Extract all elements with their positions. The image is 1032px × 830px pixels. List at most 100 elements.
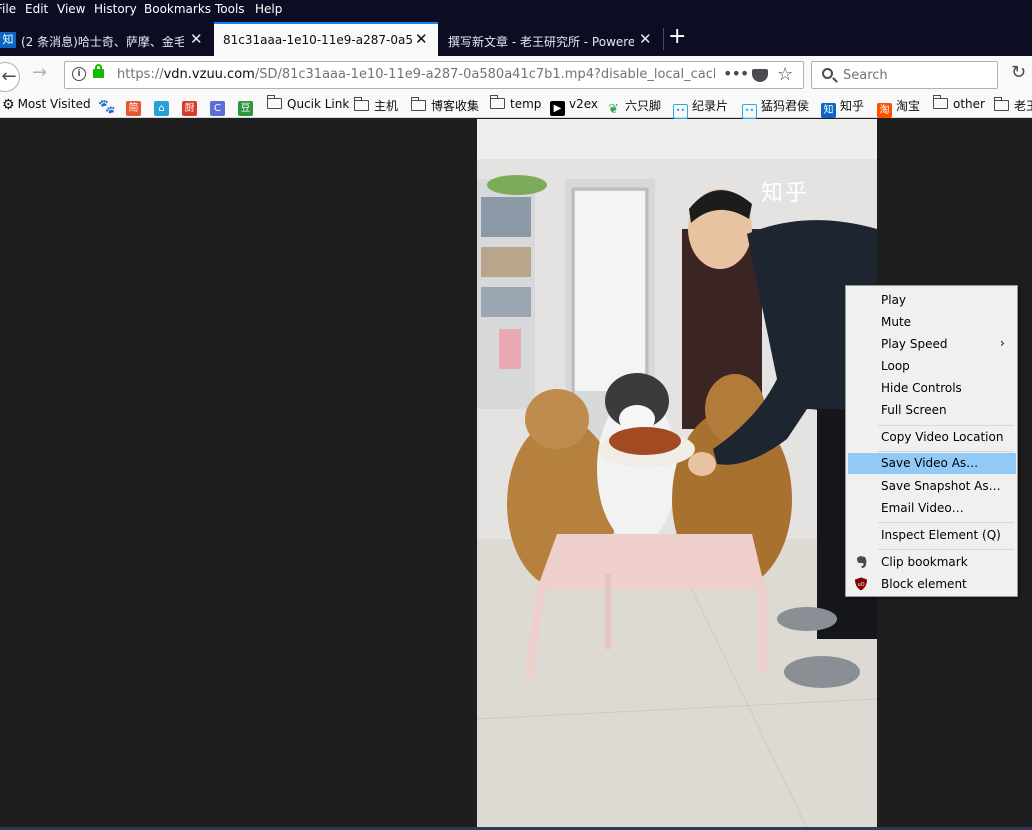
bookmark-baidu[interactable]: 🐾: [98, 97, 117, 115]
close-icon[interactable]: ✕: [639, 30, 652, 48]
menu-history[interactable]: History: [94, 2, 137, 16]
tab-label: 81c31aaa-1e10-11e9-a287-0a580a41c7b1.mp4: [223, 33, 413, 47]
new-tab-plus-icon[interactable]: +: [668, 26, 686, 48]
menu-item-label: Play: [881, 293, 907, 307]
folder-icon: [932, 95, 948, 109]
svg-text:uO: uO: [857, 582, 864, 588]
bookmark-label: 淘宝: [896, 99, 921, 113]
bookmark-other[interactable]: other: [932, 95, 985, 111]
bookmarks-toolbar: ⚙ Most Visited 🐾 简 ⌂ 厨 C 豆 Qucik Link 主机 …: [0, 94, 1032, 119]
menu-item-save-snapshot-as[interactable]: Save Snapshot As…: [848, 476, 1016, 497]
url-text[interactable]: https://vdn.vzuu.com/SD/81c31aaa-1e10-11…: [117, 67, 715, 82]
menu-separator: [878, 549, 1014, 550]
bookmark-v2ex[interactable]: ▶ v2ex: [550, 97, 598, 116]
bookmark-mengma[interactable]: •• 猛犸君侯: [742, 97, 809, 119]
bookmark-label: 猛犸君侯: [761, 99, 810, 113]
menu-edit[interactable]: Edit: [25, 2, 48, 16]
url-bar[interactable]: i https://vdn.vzuu.com/SD/81c31aaa-1e10-…: [64, 61, 804, 89]
bookmark-star-icon[interactable]: ☆: [777, 64, 793, 85]
gear-icon: ⚙: [2, 97, 15, 113]
bookmark-c[interactable]: C: [210, 97, 229, 116]
menu-separator: [878, 425, 1014, 426]
folder-icon: [410, 97, 426, 111]
close-icon[interactable]: ✕: [415, 30, 428, 48]
bookmark-qucik-link[interactable]: Qucik Link: [266, 95, 349, 111]
zhihu-icon: 知: [821, 103, 836, 118]
bookmark-zhihu[interactable]: 知知乎: [821, 97, 864, 118]
menu-view[interactable]: View: [57, 2, 85, 16]
menu-item-mute[interactable]: Mute: [848, 312, 1016, 333]
bookmark-label: other: [953, 97, 985, 111]
context-menu: Play Mute Play Speed › Loop Hide Controls…: [845, 285, 1018, 597]
info-icon[interactable]: i: [72, 67, 86, 81]
bookmark-most-visited[interactable]: ⚙ Most Visited: [2, 97, 91, 113]
bookmark-temp[interactable]: temp: [489, 95, 541, 111]
bookmark-label: 博客收集: [431, 99, 480, 113]
menu-separator: [878, 522, 1014, 523]
bookmark-label: 主机: [374, 99, 399, 113]
menu-separator: [878, 451, 1014, 452]
search-input[interactable]: Search: [811, 61, 998, 89]
pocket-icon[interactable]: [752, 69, 768, 82]
menu-help[interactable]: Help: [255, 2, 282, 16]
page-actions-icon[interactable]: •••: [723, 64, 749, 83]
forward-arrow-icon[interactable]: →: [32, 62, 47, 83]
menu-item-label: Email Video…: [881, 501, 964, 515]
menu-item-email-video[interactable]: Email Video…: [848, 498, 1016, 519]
video-player[interactable]: 知乎: [477, 119, 877, 828]
menu-item-copy-video-location[interactable]: Copy Video Location: [848, 427, 1016, 448]
tab-wordpress[interactable]: 撰写新文章 - 老王研究所 - Powered by WordPress ✕: [440, 24, 662, 56]
bookmark-label: 知乎: [840, 99, 865, 113]
tab-zhihu[interactable]: 知 (2 条消息)哈士奇、萨摩、金毛 ✕: [0, 24, 212, 56]
back-arrow-icon[interactable]: ←: [0, 62, 20, 92]
bookmark-laowang[interactable]: 老王: [993, 97, 1032, 114]
menu-item-hide-controls[interactable]: Hide Controls: [848, 378, 1016, 399]
search-placeholder: Search: [843, 68, 888, 83]
bookmark-home[interactable]: ⌂: [154, 97, 173, 116]
zhihu-favicon-icon: 知: [0, 32, 16, 48]
lock-icon[interactable]: [93, 64, 104, 78]
menu-item-full-screen[interactable]: Full Screen: [848, 400, 1016, 421]
c-icon: C: [210, 101, 225, 116]
reload-icon[interactable]: ↻: [1011, 62, 1026, 83]
menu-item-inspect-element[interactable]: Inspect Element (Q): [848, 525, 1016, 546]
menu-bookmarks[interactable]: Bookmarks: [144, 2, 211, 16]
video-frame: [477, 119, 877, 828]
bilibili-icon: ••: [673, 104, 688, 119]
menu-file[interactable]: File: [0, 2, 16, 16]
home-icon: ⌂: [154, 101, 169, 116]
url-prefix: https://: [117, 67, 164, 82]
menu-item-label: Clip bookmark: [881, 555, 968, 569]
menu-item-clip-bookmark[interactable]: Clip bookmark: [848, 552, 1016, 573]
tab-divider: [663, 28, 664, 50]
menu-bar: File Edit View History Bookmarks Tools H…: [0, 0, 1032, 22]
menu-item-label: Full Screen: [881, 403, 947, 417]
zhihu-watermark: 知乎: [761, 181, 810, 206]
bilibili-icon: ••: [742, 104, 757, 119]
bookmark-zhuji[interactable]: 主机: [353, 97, 399, 114]
chu-icon: 厨: [182, 101, 197, 116]
menu-tools[interactable]: Tools: [215, 2, 245, 16]
bookmark-jian[interactable]: 简: [126, 97, 145, 116]
paw-icon: 🐾: [98, 99, 116, 115]
menu-item-label: Copy Video Location: [881, 430, 1004, 444]
bookmark-label: Most Visited: [17, 97, 91, 111]
bookmark-taobao[interactable]: 淘淘宝: [877, 97, 920, 118]
tab-label: (2 条消息)哈士奇、萨摩、金毛: [21, 35, 184, 49]
bookmark-chu[interactable]: 厨: [182, 97, 201, 116]
bookmark-liuzhijiao[interactable]: ❦ 六只脚: [606, 97, 661, 117]
bookmark-boke[interactable]: 博客收集: [410, 97, 480, 114]
v2ex-icon: ▶: [550, 101, 565, 116]
bookmark-jilupian[interactable]: •• 纪录片: [673, 97, 728, 119]
bookmark-douban[interactable]: 豆: [238, 97, 257, 116]
close-icon[interactable]: ✕: [190, 30, 203, 48]
menu-item-play-speed[interactable]: Play Speed ›: [848, 334, 1016, 355]
menu-item-label: Block element: [881, 577, 967, 591]
tab-video[interactable]: 81c31aaa-1e10-11e9-a287-0a580a41c7b1.mp4…: [214, 22, 438, 56]
menu-item-loop[interactable]: Loop: [848, 356, 1016, 377]
bookmark-label: 纪录片: [692, 99, 729, 113]
menu-item-block-element[interactable]: uO Block element: [848, 574, 1016, 595]
menu-item-play[interactable]: Play: [848, 290, 1016, 311]
chevron-right-icon: ›: [1000, 336, 1005, 350]
menu-item-save-video-as[interactable]: Save Video As…: [848, 453, 1016, 474]
